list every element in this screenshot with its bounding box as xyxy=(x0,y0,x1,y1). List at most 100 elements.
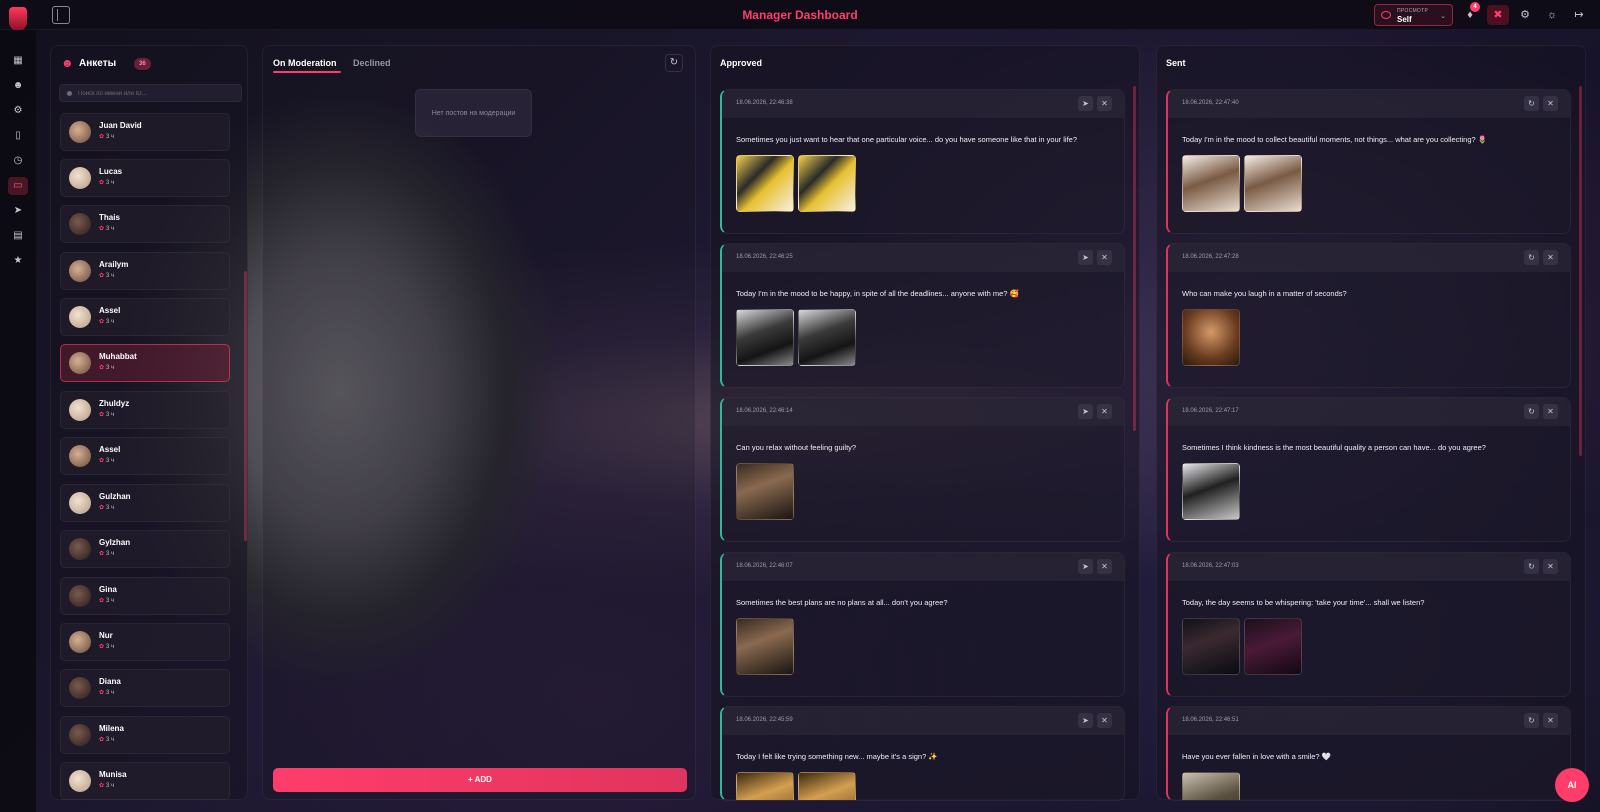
clock-icon[interactable]: ◷ xyxy=(8,152,28,170)
profile-item[interactable]: Gina ✿ 3 ч xyxy=(60,577,230,615)
post-photo[interactable] xyxy=(736,772,794,800)
close-icon[interactable]: ✕ xyxy=(1543,404,1558,419)
profile-item[interactable]: Milena ✿ 3 ч xyxy=(60,716,230,754)
refresh-icon[interactable]: ↻ xyxy=(665,54,683,72)
card-header: 18.06.2026, 22:47:40 ↻ ✕ xyxy=(1168,90,1570,118)
logout-icon[interactable]: ↦ xyxy=(1568,5,1590,25)
add-button[interactable]: + ADD xyxy=(273,768,687,792)
profile-item[interactable]: Juan David ✿ 3 ч xyxy=(60,113,230,151)
post-photo[interactable] xyxy=(798,155,856,212)
close-icon[interactable]: ✕ xyxy=(1543,713,1558,728)
resend-refresh-icon[interactable]: ↻ xyxy=(1524,250,1539,265)
profile-time: 3 ч xyxy=(106,598,115,604)
close-icon[interactable]: ✕ xyxy=(1543,250,1558,265)
post-card: 18.06.2026, 22:47:40 ↻ ✕ Today I'm in the… xyxy=(1166,89,1571,234)
ai-assistant-button[interactable]: AI xyxy=(1555,768,1589,802)
post-text: Sometimes the best plans are no plans at… xyxy=(736,598,948,607)
profile-item[interactable]: Nur ✿ 3 ч xyxy=(60,623,230,661)
post-date: 18.06.2026, 22:47:40 xyxy=(1182,100,1239,106)
post-photo[interactable] xyxy=(736,463,794,520)
approved-panel: Approved 18.06.2026, 22:46:38 ➤ ✕ Sometim… xyxy=(710,45,1140,801)
profile-activity: ✿ 3 ч xyxy=(99,689,114,696)
post-text: Today, the day seems to be whispering: '… xyxy=(1182,598,1425,607)
stats-chart-icon[interactable]: ▯ xyxy=(8,127,28,145)
close-icon[interactable]: ✕ xyxy=(1097,559,1112,574)
profile-item[interactable]: Diana ✿ 3 ч xyxy=(60,669,230,707)
resend-refresh-icon[interactable]: ↻ xyxy=(1524,404,1539,419)
close-icon[interactable]: ✕ xyxy=(1097,713,1112,728)
post-photo[interactable] xyxy=(1244,155,1302,212)
approved-title: Approved xyxy=(720,58,763,68)
resend-refresh-icon[interactable]: ↻ xyxy=(1524,96,1539,111)
posts-tablet-icon[interactable]: ▭ xyxy=(8,177,28,195)
profile-item[interactable]: Gulzhan ✿ 3 ч xyxy=(60,484,230,522)
user-icon[interactable]: ☻ xyxy=(8,77,28,95)
profiles-panel: ☻ Анкеты 36 Juan David✿3 ч Lucas✿3 ч Tha… xyxy=(50,45,248,800)
speaker-mute-icon[interactable]: ✖ xyxy=(1487,5,1509,25)
bug-icon[interactable]: ⚙ xyxy=(1514,5,1536,25)
post-photo[interactable] xyxy=(1182,463,1240,520)
card-header: 18.06.2026, 22:46:14 ➤ ✕ xyxy=(722,398,1124,426)
sent-title: Sent xyxy=(1166,58,1186,68)
send-icon[interactable]: ➤ xyxy=(8,202,28,220)
tab-declined[interactable]: Declined xyxy=(353,58,391,68)
post-photo[interactable] xyxy=(798,309,856,366)
post-photo[interactable] xyxy=(1244,618,1302,675)
send-icon[interactable]: ➤ xyxy=(1078,250,1093,265)
profile-item[interactable]: Assel ✿ 3 ч xyxy=(60,437,230,475)
profile-item[interactable]: Munisa ✿ 3 ч xyxy=(60,762,230,800)
profiles-scrollbar[interactable] xyxy=(244,271,247,541)
profile-name: Diana xyxy=(99,677,121,686)
send-icon[interactable]: ➤ xyxy=(1078,404,1093,419)
search-input[interactable] xyxy=(78,87,238,100)
post-photo[interactable] xyxy=(1182,618,1240,675)
post-card: 18.06.2026, 22:47:28 ↻ ✕ Who can make you… xyxy=(1166,243,1571,388)
resend-refresh-icon[interactable]: ↻ xyxy=(1524,559,1539,574)
close-icon[interactable]: ✕ xyxy=(1097,250,1112,265)
empty-state-message: Нет постов на модерации xyxy=(415,89,532,137)
post-card: 18.06.2026, 22:46:07 ➤ ✕ Sometimes the be… xyxy=(720,552,1125,697)
fire-icon: ✿ xyxy=(99,412,105,418)
post-photo[interactable] xyxy=(1182,772,1240,800)
card-header: 18.06.2026, 22:47:03 ↻ ✕ xyxy=(1168,553,1570,581)
bug-icon[interactable]: ★ xyxy=(8,252,28,270)
send-icon[interactable]: ➤ xyxy=(1078,559,1093,574)
post-photo[interactable] xyxy=(736,155,794,212)
profile-item[interactable]: Thais ✿ 3 ч xyxy=(60,205,230,243)
profile-activity: ✿ 3 ч xyxy=(99,411,114,418)
tab-on-moderation[interactable]: On Moderation xyxy=(273,58,337,68)
profile-item-selected[interactable]: Muhabbat ✿ 3 ч xyxy=(60,344,230,382)
avatar xyxy=(69,677,91,699)
profile-item[interactable]: Arailym ✿ 3 ч xyxy=(60,252,230,290)
sun-icon[interactable]: ☼ xyxy=(1541,5,1563,25)
post-photo[interactable] xyxy=(798,772,856,800)
post-photo[interactable] xyxy=(1182,155,1240,212)
settings-gear-icon[interactable]: ⚙ xyxy=(8,102,28,120)
post-date: 18.06.2026, 22:46:07 xyxy=(736,563,793,569)
close-icon[interactable]: ✕ xyxy=(1097,404,1112,419)
profile-item[interactable]: Assel ✿ 3 ч xyxy=(60,298,230,336)
close-icon[interactable]: ✕ xyxy=(1097,96,1112,111)
profile-item[interactable]: Zhuldyz ✿ 3 ч xyxy=(60,391,230,429)
profile-item[interactable]: Lucas ✿ 3 ч xyxy=(60,159,230,197)
post-photo[interactable] xyxy=(736,618,794,675)
fire-icon: ✿ xyxy=(99,273,105,279)
close-icon[interactable]: ✕ xyxy=(1543,559,1558,574)
post-date: 18.06.2026, 22:46:14 xyxy=(736,408,793,414)
send-icon[interactable]: ➤ xyxy=(1078,713,1093,728)
sent-scrollbar[interactable] xyxy=(1579,86,1582,456)
post-photo[interactable] xyxy=(1182,309,1240,366)
profile-item[interactable]: Gylzhan ✿ 3 ч xyxy=(60,530,230,568)
post-date: 18.06.2026, 22:46:38 xyxy=(736,100,793,106)
resend-refresh-icon[interactable]: ↻ xyxy=(1524,713,1539,728)
view-mode-select[interactable]: ПРОСМОТР Self ⌄ xyxy=(1374,4,1453,26)
send-icon[interactable]: ➤ xyxy=(1078,96,1093,111)
post-photo[interactable] xyxy=(736,309,794,366)
close-icon[interactable]: ✕ xyxy=(1543,96,1558,111)
post-card: 18.06.2026, 22:47:03 ↻ ✕ Today, the day s… xyxy=(1166,552,1571,697)
post-card: 18.06.2026, 22:45:59 ➤ ✕ Today I felt lik… xyxy=(720,706,1125,801)
card-icon[interactable]: ▤ xyxy=(8,227,28,245)
dashboard-grid-icon[interactable]: ▦ xyxy=(8,52,28,70)
approved-scrollbar[interactable] xyxy=(1133,86,1136,431)
profile-time: 3 ч xyxy=(106,412,115,418)
